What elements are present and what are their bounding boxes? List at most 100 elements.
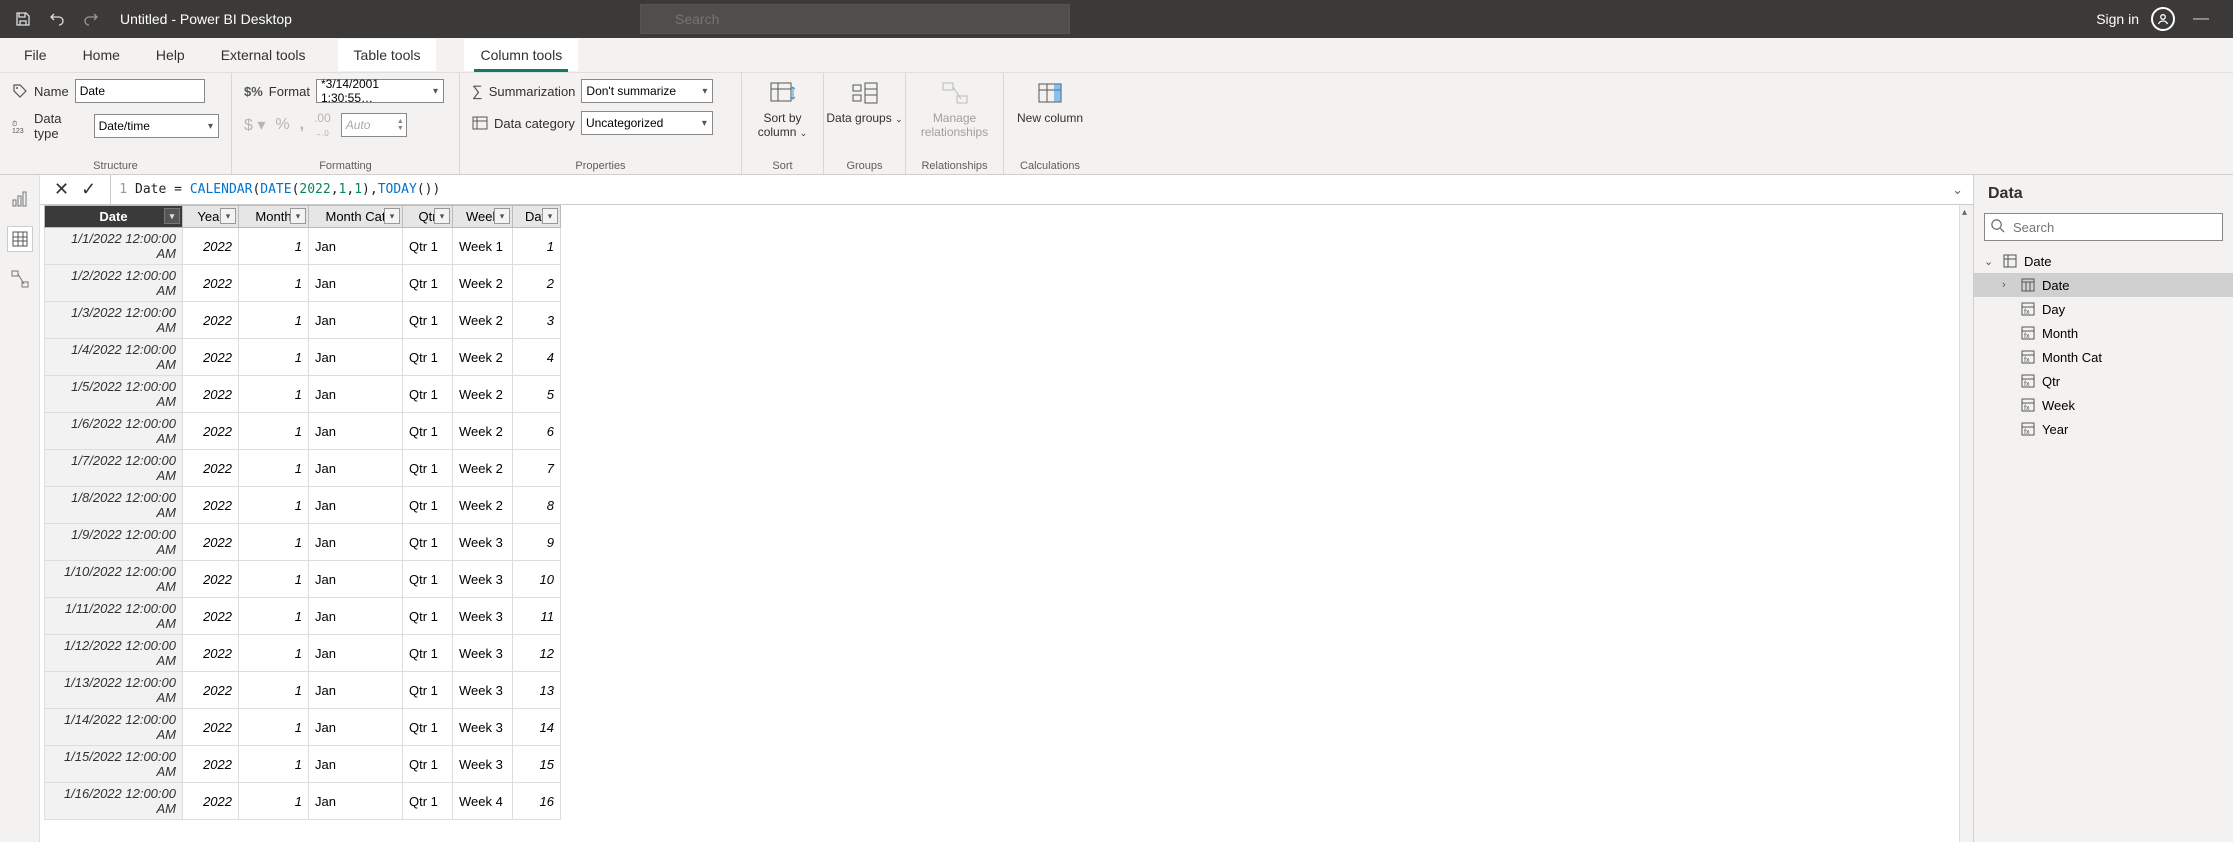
cell[interactable]: 1/15/2022 12:00:00 AM (45, 746, 183, 783)
tree-field[interactable]: fxQtr (1974, 369, 2233, 393)
tree-field[interactable]: fxWeek (1974, 393, 2233, 417)
cell[interactable]: 13 (513, 672, 561, 709)
cell[interactable]: 2022 (183, 487, 239, 524)
datatype-select[interactable]: Date/time▾ (94, 114, 219, 138)
tab-table-tools[interactable]: Table tools (338, 39, 437, 71)
cell[interactable]: Qtr 1 (403, 413, 453, 450)
cell[interactable]: Jan (309, 228, 403, 265)
cell[interactable]: 2022 (183, 339, 239, 376)
tab-help[interactable]: Help (152, 39, 189, 71)
minimize-button[interactable]: — (2187, 10, 2215, 28)
table-row[interactable]: 1/14/2022 12:00:00 AM20221JanQtr 1Week 3… (45, 709, 561, 746)
tab-external-tools[interactable]: External tools (217, 39, 310, 71)
summarization-select[interactable]: Don't summarize▾ (581, 79, 713, 103)
cell[interactable]: Qtr 1 (403, 746, 453, 783)
cell[interactable]: 2022 (183, 302, 239, 339)
cell[interactable]: Qtr 1 (403, 228, 453, 265)
table-row[interactable]: 1/6/2022 12:00:00 AM20221JanQtr 1Week 26 (45, 413, 561, 450)
cell[interactable]: 6 (513, 413, 561, 450)
data-view-icon[interactable] (8, 227, 32, 251)
decimal-places-input[interactable]: Auto ▲▼ (341, 113, 407, 137)
cell[interactable]: Week 2 (453, 376, 513, 413)
tree-field[interactable]: fxMonth (1974, 321, 2233, 345)
table-row[interactable]: 1/16/2022 12:00:00 AM20221JanQtr 1Week 4… (45, 783, 561, 820)
global-search-input[interactable] (640, 4, 1070, 34)
table-row[interactable]: 1/1/2022 12:00:00 AM20221JanQtr 1Week 11 (45, 228, 561, 265)
cell[interactable]: 10 (513, 561, 561, 598)
manage-relationships-button[interactable]: Manage relationships (916, 79, 994, 139)
cell[interactable]: Week 3 (453, 672, 513, 709)
cell[interactable]: 1 (239, 746, 309, 783)
cell[interactable]: 1 (239, 672, 309, 709)
cell[interactable]: Qtr 1 (403, 487, 453, 524)
table-row[interactable]: 1/11/2022 12:00:00 AM20221JanQtr 1Week 3… (45, 598, 561, 635)
column-filter-icon[interactable]: ▾ (384, 208, 400, 224)
cell[interactable]: 1 (239, 635, 309, 672)
cell[interactable]: 2022 (183, 672, 239, 709)
cell[interactable]: Week 3 (453, 709, 513, 746)
cell[interactable]: 12 (513, 635, 561, 672)
cell[interactable]: 1/7/2022 12:00:00 AM (45, 450, 183, 487)
cell[interactable]: Jan (309, 746, 403, 783)
cell[interactable]: 8 (513, 487, 561, 524)
cell[interactable]: 1/8/2022 12:00:00 AM (45, 487, 183, 524)
sort-by-column-button[interactable]: Sort by column ⌄ (744, 79, 822, 139)
cell[interactable]: 1 (239, 228, 309, 265)
category-select[interactable]: Uncategorized▾ (581, 111, 713, 135)
new-column-button[interactable]: New column (1011, 79, 1089, 125)
cell[interactable]: 1 (239, 302, 309, 339)
cell[interactable]: Jan (309, 598, 403, 635)
expand-formula-icon[interactable]: ⌄ (1942, 182, 1973, 198)
cell[interactable]: 14 (513, 709, 561, 746)
cell[interactable]: 4 (513, 339, 561, 376)
cell[interactable]: Week 2 (453, 487, 513, 524)
cell[interactable]: Jan (309, 487, 403, 524)
cell[interactable]: Jan (309, 783, 403, 820)
column-filter-icon[interactable]: ▾ (290, 208, 306, 224)
column-header[interactable]: Month Cat▾ (309, 206, 403, 228)
cell[interactable]: Week 2 (453, 265, 513, 302)
cell[interactable]: Week 3 (453, 598, 513, 635)
cell[interactable]: 9 (513, 524, 561, 561)
cell[interactable]: Jan (309, 339, 403, 376)
table-row[interactable]: 1/8/2022 12:00:00 AM20221JanQtr 1Week 28 (45, 487, 561, 524)
currency-format-button[interactable]: $ ▾ (244, 115, 265, 135)
undo-icon[interactable] (46, 8, 68, 30)
cell[interactable]: 1/11/2022 12:00:00 AM (45, 598, 183, 635)
cell[interactable]: Qtr 1 (403, 524, 453, 561)
cell[interactable]: 1/6/2022 12:00:00 AM (45, 413, 183, 450)
table-row[interactable]: 1/2/2022 12:00:00 AM20221JanQtr 1Week 22 (45, 265, 561, 302)
column-filter-icon[interactable]: ▾ (542, 208, 558, 224)
sign-in-link[interactable]: Sign in (2096, 11, 2139, 27)
decimal-format-button[interactable]: .00→.0 (314, 111, 331, 139)
cell[interactable]: 2022 (183, 598, 239, 635)
cell[interactable]: Qtr 1 (403, 709, 453, 746)
percent-format-button[interactable]: % (275, 116, 289, 134)
table-row[interactable]: 1/13/2022 12:00:00 AM20221JanQtr 1Week 3… (45, 672, 561, 709)
cell[interactable]: 1 (239, 524, 309, 561)
table-row[interactable]: 1/10/2022 12:00:00 AM20221JanQtr 1Week 3… (45, 561, 561, 598)
cell[interactable]: 1/4/2022 12:00:00 AM (45, 339, 183, 376)
formula-text[interactable]: Date = CALENDAR(DATE(2022,1,1),TODAY()) (135, 182, 440, 197)
table-row[interactable]: 1/12/2022 12:00:00 AM20221JanQtr 1Week 3… (45, 635, 561, 672)
cell[interactable]: Jan (309, 302, 403, 339)
table-row[interactable]: 1/5/2022 12:00:00 AM20221JanQtr 1Week 25 (45, 376, 561, 413)
cell[interactable]: Qtr 1 (403, 672, 453, 709)
commit-formula-icon[interactable]: ✓ (81, 179, 96, 200)
column-header[interactable]: Month▾ (239, 206, 309, 228)
comma-format-button[interactable]: , (300, 116, 304, 134)
cell[interactable]: 2022 (183, 450, 239, 487)
column-filter-icon[interactable]: ▾ (164, 208, 180, 224)
cell[interactable]: 2022 (183, 709, 239, 746)
cell[interactable]: 16 (513, 783, 561, 820)
save-icon[interactable] (12, 8, 34, 30)
cell[interactable]: Week 3 (453, 746, 513, 783)
cell[interactable]: 1/13/2022 12:00:00 AM (45, 672, 183, 709)
cell[interactable]: 1/3/2022 12:00:00 AM (45, 302, 183, 339)
cell[interactable]: Week 3 (453, 561, 513, 598)
cell[interactable]: 1/2/2022 12:00:00 AM (45, 265, 183, 302)
tree-field[interactable]: fxDay (1974, 297, 2233, 321)
cell[interactable]: 1/12/2022 12:00:00 AM (45, 635, 183, 672)
cell[interactable]: Week 3 (453, 524, 513, 561)
cell[interactable]: Jan (309, 413, 403, 450)
